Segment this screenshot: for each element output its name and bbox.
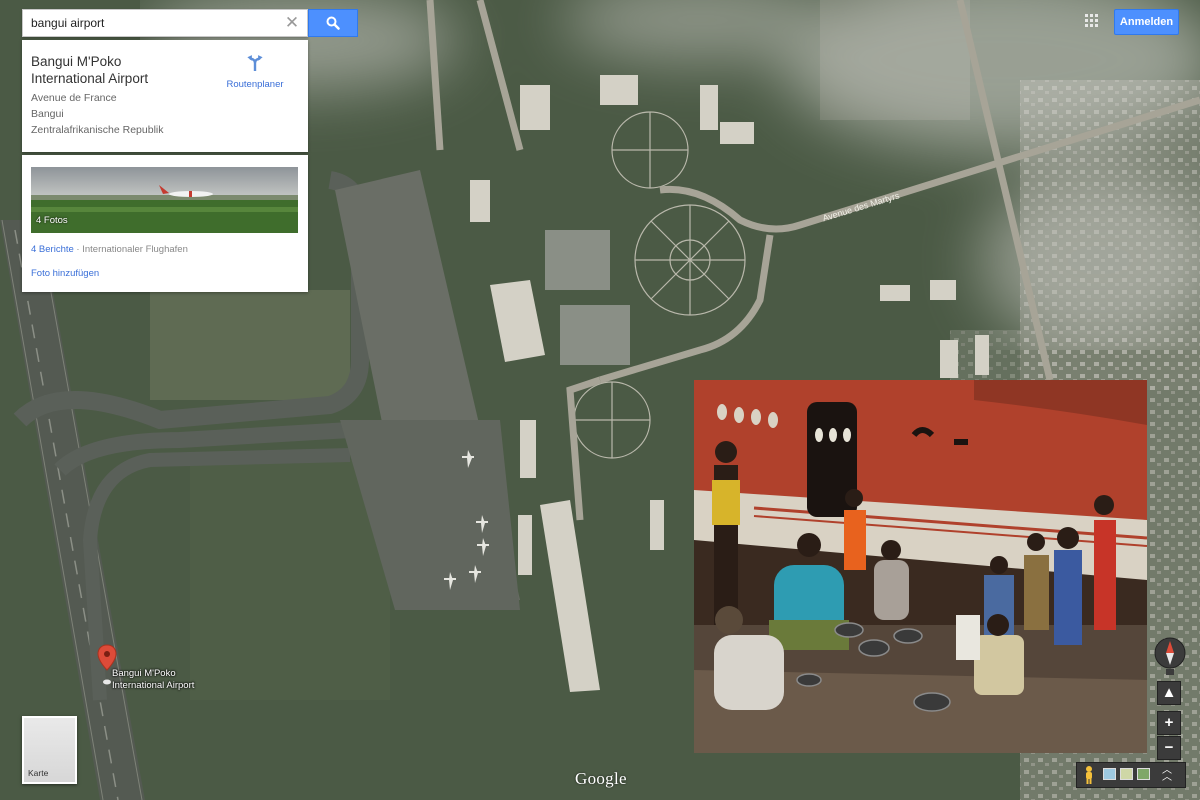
- layer-label: Karte: [28, 768, 49, 778]
- pegman-icon[interactable]: [1082, 765, 1096, 785]
- map-layer-toggle[interactable]: Karte: [22, 716, 77, 784]
- zoom-out-button[interactable]: −: [1157, 736, 1181, 760]
- chevron-double-up-icon[interactable]: ︿ ︿: [1161, 766, 1173, 783]
- photo-count: 4 Fotos: [36, 215, 68, 226]
- zoom-control: ▲ + −: [1157, 681, 1181, 761]
- imagery-thumbnail[interactable]: [1103, 768, 1116, 780]
- zoom-in-button[interactable]: +: [1157, 711, 1181, 735]
- search-button[interactable]: [308, 9, 358, 37]
- reviews-line: 4 Berichte · Internationaler Flughafen: [31, 244, 188, 255]
- marker-label-line: International Airport: [112, 680, 195, 691]
- overlay-photo: [694, 380, 1147, 753]
- close-icon[interactable]: ✕: [283, 13, 301, 33]
- marker-label-line: Bangui M'Poko: [112, 668, 176, 679]
- google-logo: Google: [575, 769, 627, 788]
- photo-card: 4 Fotos 4 Berichte · Internationaler Flu…: [22, 155, 308, 292]
- directions-button[interactable]: Routenplaner: [220, 50, 290, 94]
- search-box: ✕: [22, 9, 308, 37]
- address-line: Zentralafrikanische Republik: [31, 124, 164, 136]
- address-line: Avenue de France: [31, 92, 117, 104]
- imagery-thumbnail[interactable]: [1120, 768, 1133, 780]
- signin-button[interactable]: Anmelden: [1114, 9, 1179, 35]
- place-name[interactable]: Bangui M'Poko International Airport: [31, 53, 191, 87]
- search-icon: [326, 16, 340, 30]
- add-photo-link[interactable]: Foto hinzufügen: [31, 268, 99, 279]
- reviews-link[interactable]: 4 Berichte: [31, 244, 74, 255]
- place-card: Bangui M'Poko International Airport Aven…: [22, 40, 308, 152]
- place-photo-thumbnail[interactable]: [31, 167, 298, 233]
- directions-icon: [247, 55, 263, 71]
- compass-icon[interactable]: [1153, 636, 1187, 676]
- search-input[interactable]: [23, 10, 285, 36]
- tilt-button[interactable]: ▲: [1157, 681, 1181, 705]
- imagery-thumbnail[interactable]: [1137, 768, 1150, 780]
- marker-label: Bangui M'Poko International Airport: [112, 668, 194, 692]
- place-category: · Internationaler Flughafen: [73, 244, 188, 255]
- place-address: Avenue de France Bangui Zentralafrikanis…: [31, 90, 163, 138]
- address-line: Bangui: [31, 108, 64, 120]
- directions-label: Routenplaner: [226, 79, 284, 90]
- apps-grid-icon[interactable]: [1085, 14, 1099, 28]
